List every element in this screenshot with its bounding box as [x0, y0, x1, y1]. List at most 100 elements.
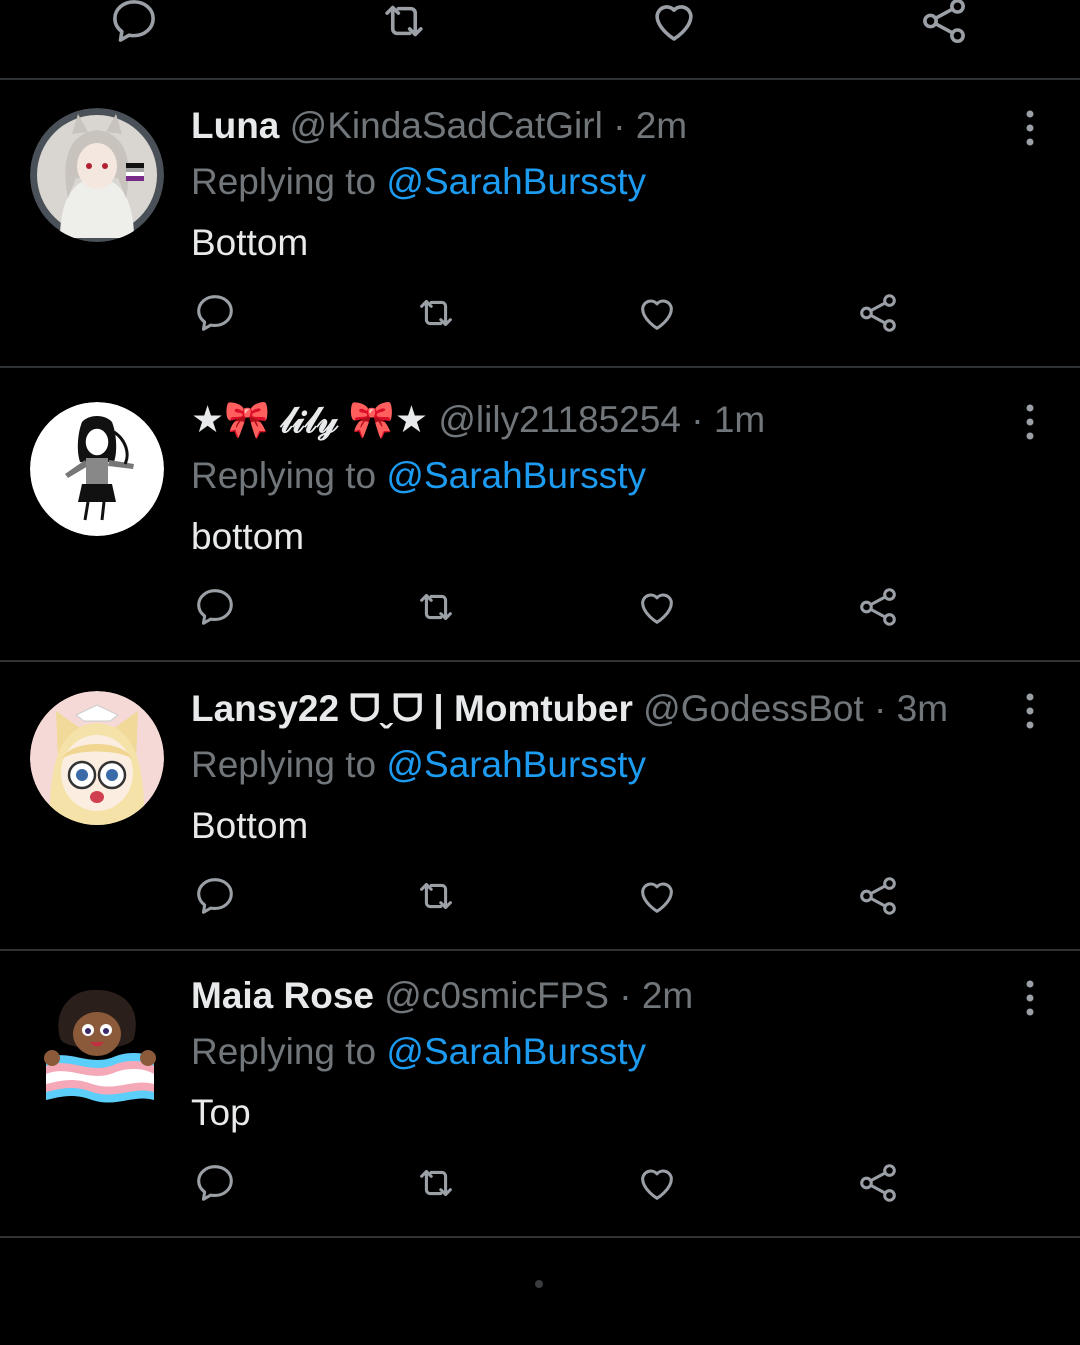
more-icon [1026, 404, 1034, 440]
tweet-actions [0, 873, 1080, 923]
divider [0, 1236, 1080, 1238]
avatar[interactable] [30, 978, 164, 1112]
timestamp[interactable]: 1m [714, 399, 765, 440]
reply-icon [197, 295, 233, 331]
reply-tweet[interactable]: Maia Rose @c0smicFPS · 2m Replying to @S… [0, 950, 1080, 1236]
like-icon [641, 882, 673, 913]
retweet-button[interactable] [413, 873, 459, 919]
reply-header: Luna @KindaSadCatGirl · 2m [191, 102, 687, 150]
reply-header: ★🎀 𝓁𝒾𝓁𝓎 🎀★ @lily21185254 · 1m [191, 396, 765, 444]
retweet-button[interactable] [413, 290, 459, 336]
share-icon [860, 294, 896, 332]
replying-prefix: Replying to [191, 455, 377, 496]
more-icon [1026, 110, 1034, 146]
like-button[interactable] [647, 0, 701, 48]
like-icon [641, 299, 673, 330]
replying-to-line: Replying to @SarahBurssty [191, 158, 646, 206]
reply-icon [197, 589, 233, 625]
reply-button[interactable] [192, 290, 238, 336]
tweet-text: Bottom [191, 805, 309, 846]
tweet-text: Top [191, 1092, 251, 1133]
user-handle[interactable]: @KindaSadCatGirl [290, 105, 603, 146]
more-options-button[interactable] [1012, 687, 1048, 735]
reply-button[interactable] [192, 584, 238, 630]
share-button[interactable] [855, 1160, 901, 1206]
timestamp[interactable]: 3m [897, 688, 948, 729]
share-button[interactable] [855, 873, 901, 919]
separator-dot: · [691, 399, 704, 440]
reply-button[interactable] [192, 1160, 238, 1206]
display-name[interactable]: Lansy22 ᗜˬᗜ | Momtuber [191, 688, 633, 729]
display-name[interactable]: Maia Rose [191, 975, 374, 1016]
separator-dot: · [619, 975, 632, 1016]
retweet-icon [420, 593, 452, 621]
display-name[interactable]: ★🎀 𝓁𝒾𝓁𝓎 🎀★ [191, 399, 428, 440]
retweet-icon [420, 882, 452, 910]
divider [0, 366, 1080, 368]
reply-icon [197, 1165, 233, 1201]
reply-tweet[interactable]: Luna @KindaSadCatGirl · 2m Replying to @… [0, 80, 1080, 366]
user-handle[interactable]: @GodessBot [643, 688, 864, 729]
reply-icon [113, 0, 155, 42]
share-icon [860, 877, 896, 915]
retweet-icon [420, 1169, 452, 1197]
retweet-icon [385, 5, 423, 37]
tweet-actions [0, 290, 1080, 340]
replying-prefix: Replying to [191, 744, 377, 785]
mention-link[interactable]: @SarahBurssty [386, 455, 646, 496]
replying-to-line: Replying to @SarahBurssty [191, 1028, 646, 1076]
share-icon [860, 588, 896, 626]
tweet-text: bottom [191, 516, 305, 557]
reply-tweet[interactable]: Lansy22 ᗜˬᗜ | Momtuber @GodessBot · 3m R… [0, 663, 1080, 949]
reply-tweet[interactable]: ★🎀 𝓁𝒾𝓁𝓎 🎀★ @lily21185254 · 1m Replying t… [0, 374, 1080, 660]
timestamp[interactable]: 2m [642, 975, 693, 1016]
share-button[interactable] [917, 0, 971, 48]
loading-indicator [535, 1280, 543, 1288]
like-icon [641, 593, 673, 624]
divider [0, 660, 1080, 662]
retweet-button[interactable] [413, 584, 459, 630]
user-handle[interactable]: @c0smicFPS [384, 975, 609, 1016]
share-button[interactable] [855, 290, 901, 336]
reply-header: Maia Rose @c0smicFPS · 2m [191, 972, 693, 1020]
more-options-button[interactable] [1012, 974, 1048, 1022]
avatar[interactable] [30, 402, 164, 536]
replying-to-line: Replying to @SarahBurssty [191, 452, 646, 500]
tweet-actions [0, 1160, 1080, 1210]
replying-prefix: Replying to [191, 1031, 377, 1072]
share-icon [923, 0, 965, 44]
retweet-icon [420, 299, 452, 327]
more-icon [1026, 693, 1034, 729]
tweet-actions [0, 584, 1080, 634]
avatar[interactable] [30, 691, 164, 825]
share-button[interactable] [855, 584, 901, 630]
more-options-button[interactable] [1012, 398, 1048, 446]
timestamp[interactable]: 2m [636, 105, 687, 146]
previous-tweet-actions [0, 0, 1080, 78]
display-name[interactable]: Luna [191, 105, 279, 146]
retweet-button[interactable] [413, 1160, 459, 1206]
like-icon [641, 1169, 673, 1200]
like-button[interactable] [634, 290, 680, 336]
reply-header: Lansy22 ᗜˬᗜ | Momtuber @GodessBot · 3m [191, 685, 948, 733]
tweet-text: Bottom [191, 222, 309, 263]
reply-button[interactable] [192, 873, 238, 919]
share-icon [860, 1164, 896, 1202]
mention-link[interactable]: @SarahBurssty [386, 744, 646, 785]
more-icon [1026, 980, 1034, 1016]
reply-button[interactable] [107, 0, 161, 48]
retweet-button[interactable] [377, 0, 431, 48]
avatar[interactable] [30, 108, 164, 242]
mention-link[interactable]: @SarahBurssty [386, 1031, 646, 1072]
like-button[interactable] [634, 584, 680, 630]
separator-dot: · [613, 105, 626, 146]
replying-prefix: Replying to [191, 161, 377, 202]
like-button[interactable] [634, 873, 680, 919]
more-options-button[interactable] [1012, 104, 1048, 152]
mention-link[interactable]: @SarahBurssty [386, 161, 646, 202]
user-handle[interactable]: @lily21185254 [438, 399, 681, 440]
replying-to-line: Replying to @SarahBurssty [191, 741, 646, 789]
reply-icon [197, 878, 233, 914]
like-button[interactable] [634, 1160, 680, 1206]
separator-dot: · [874, 688, 887, 729]
